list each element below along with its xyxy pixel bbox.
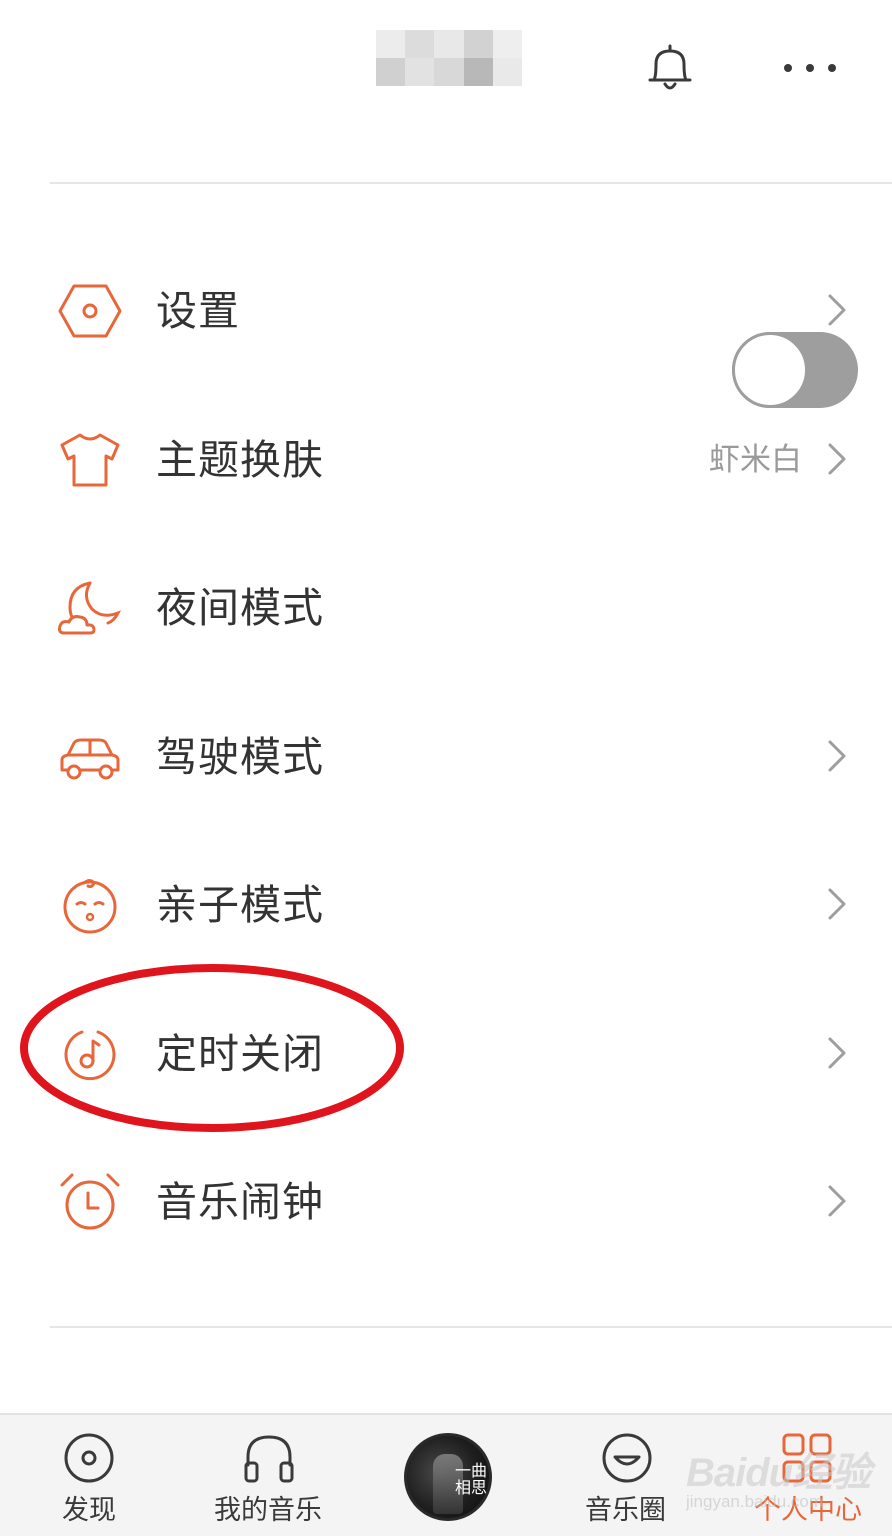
menu-label-kids-mode: 亲子模式	[156, 881, 324, 929]
tab-music-circle[interactable]: 音乐圈	[580, 1415, 680, 1536]
tab-discover[interactable]: 发现	[40, 1415, 140, 1536]
moon-cloud-icon	[58, 581, 122, 635]
menu-label-theme: 主题换肤	[156, 435, 324, 484]
alarm-clock-icon	[60, 1173, 120, 1230]
tab-label-discover: 发现	[62, 1495, 116, 1526]
baby-face-icon	[63, 879, 117, 934]
hexagon-settings-icon	[58, 284, 122, 338]
tab-label-my-music: 我的音乐	[214, 1495, 322, 1526]
more-icon[interactable]	[778, 48, 842, 88]
chevron-right-icon	[828, 443, 846, 474]
username-blurred	[376, 30, 522, 86]
smile-bubble-icon	[602, 1433, 652, 1483]
menu-item-night-mode: 夜间模式	[0, 533, 892, 682]
now-playing-disc: 一曲相思	[404, 1433, 492, 1521]
headphones-icon	[244, 1435, 294, 1483]
menu-label-music-alarm: 音乐闹钟	[156, 1178, 324, 1226]
bottom-tab-bar: 发现 我的音乐 一曲相思 音乐圈 个人中心	[0, 1413, 892, 1536]
menu-item-music-alarm[interactable]: 音乐闹钟	[0, 1127, 892, 1276]
tab-my-music[interactable]: 我的音乐	[200, 1415, 340, 1536]
tshirt-icon	[60, 433, 120, 486]
tab-now-playing[interactable]: 一曲相思	[402, 1415, 494, 1536]
car-icon	[60, 738, 120, 779]
toggle-knob	[732, 332, 808, 408]
chevron-right-icon	[828, 1185, 846, 1217]
chevron-right-icon	[828, 1037, 846, 1068]
menu-item-driving-mode[interactable]: 驾驶模式	[0, 682, 892, 831]
header	[0, 0, 892, 180]
theme-current-value: 虾米白	[709, 441, 802, 478]
chevron-right-icon	[828, 294, 846, 326]
menu-label-driving-mode: 驾驶模式	[156, 732, 324, 781]
menu-label-night-mode: 夜间模式	[156, 584, 324, 632]
tab-label-music-circle: 音乐圈	[585, 1495, 666, 1526]
menu-label-settings: 设置	[156, 287, 240, 335]
tab-personal-center[interactable]: 个人中心	[748, 1415, 868, 1536]
chevron-right-icon	[828, 888, 846, 920]
bell-icon[interactable]	[642, 40, 698, 96]
header-divider	[50, 182, 892, 184]
menu-item-theme[interactable]: 主题换肤 虾米白	[0, 385, 892, 534]
timer-note-icon	[64, 1030, 116, 1080]
album-cover-text: 一曲相思	[455, 1461, 488, 1497]
chevron-right-icon	[828, 740, 846, 771]
tab-label-personal-center: 个人中心	[754, 1495, 862, 1526]
list-bottom-divider	[50, 1326, 892, 1328]
grid-icon	[782, 1433, 832, 1483]
night-mode-toggle[interactable]	[732, 332, 858, 408]
disc-icon	[64, 1433, 114, 1483]
personal-center-page: 设置 主题换肤 虾米白 夜间模式 驾驶模式 亲子模式 定时关闭 音乐闹钟 发现 …	[0, 0, 892, 1536]
menu-item-kids-mode[interactable]: 亲子模式	[0, 830, 892, 979]
menu-item-sleep-timer[interactable]: 定时关闭	[0, 979, 892, 1128]
menu-label-sleep-timer: 定时关闭	[156, 1029, 324, 1078]
